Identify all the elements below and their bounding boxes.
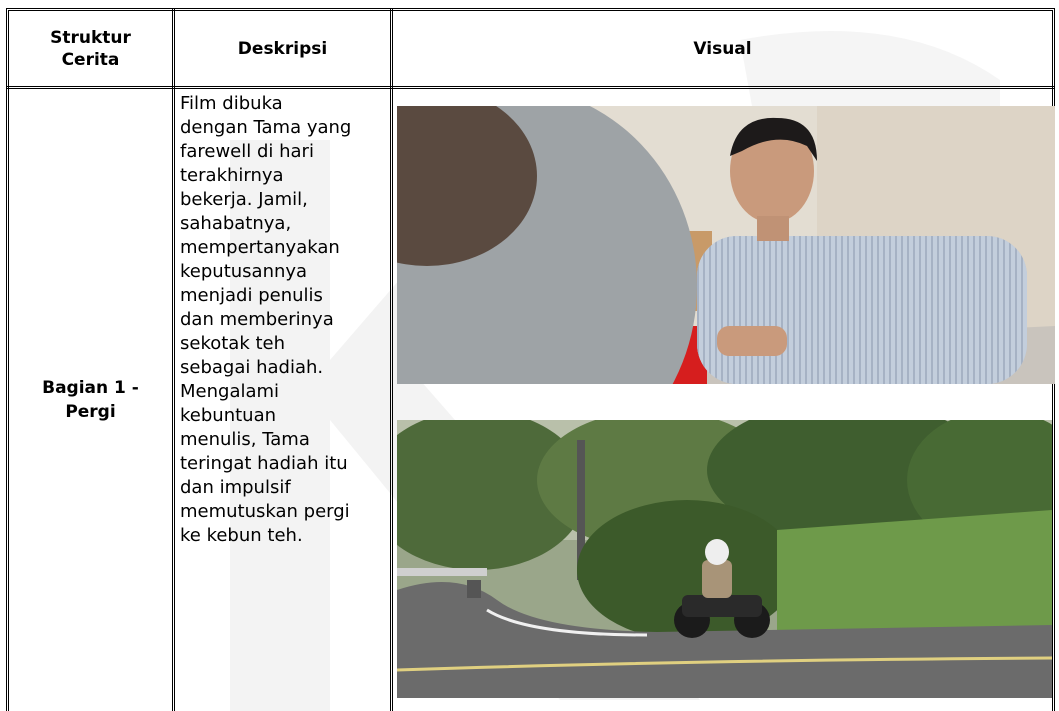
row-structure-cell: Bagian 1 - Pergi <box>9 89 172 711</box>
row-description-cell: Film dibuka dengan Tama yang farewell di… <box>180 93 352 546</box>
header-struktur-cerita-text: Struktur Cerita <box>50 27 131 70</box>
header-visual-text: Visual <box>693 38 752 59</box>
header-deskripsi: Deskripsi <box>175 11 390 86</box>
motorcycle-tea-plantation-photo <box>397 420 1052 698</box>
column-divider-1 <box>172 8 175 711</box>
office-scene-photo <box>397 106 1055 384</box>
header-deskripsi-text: Deskripsi <box>237 38 328 59</box>
row-structure-label: Bagian 1 - Pergi <box>42 378 139 422</box>
column-divider-2 <box>390 8 393 711</box>
header-visual: Visual <box>393 11 1052 86</box>
header-struktur-cerita: Struktur Cerita <box>9 11 172 86</box>
